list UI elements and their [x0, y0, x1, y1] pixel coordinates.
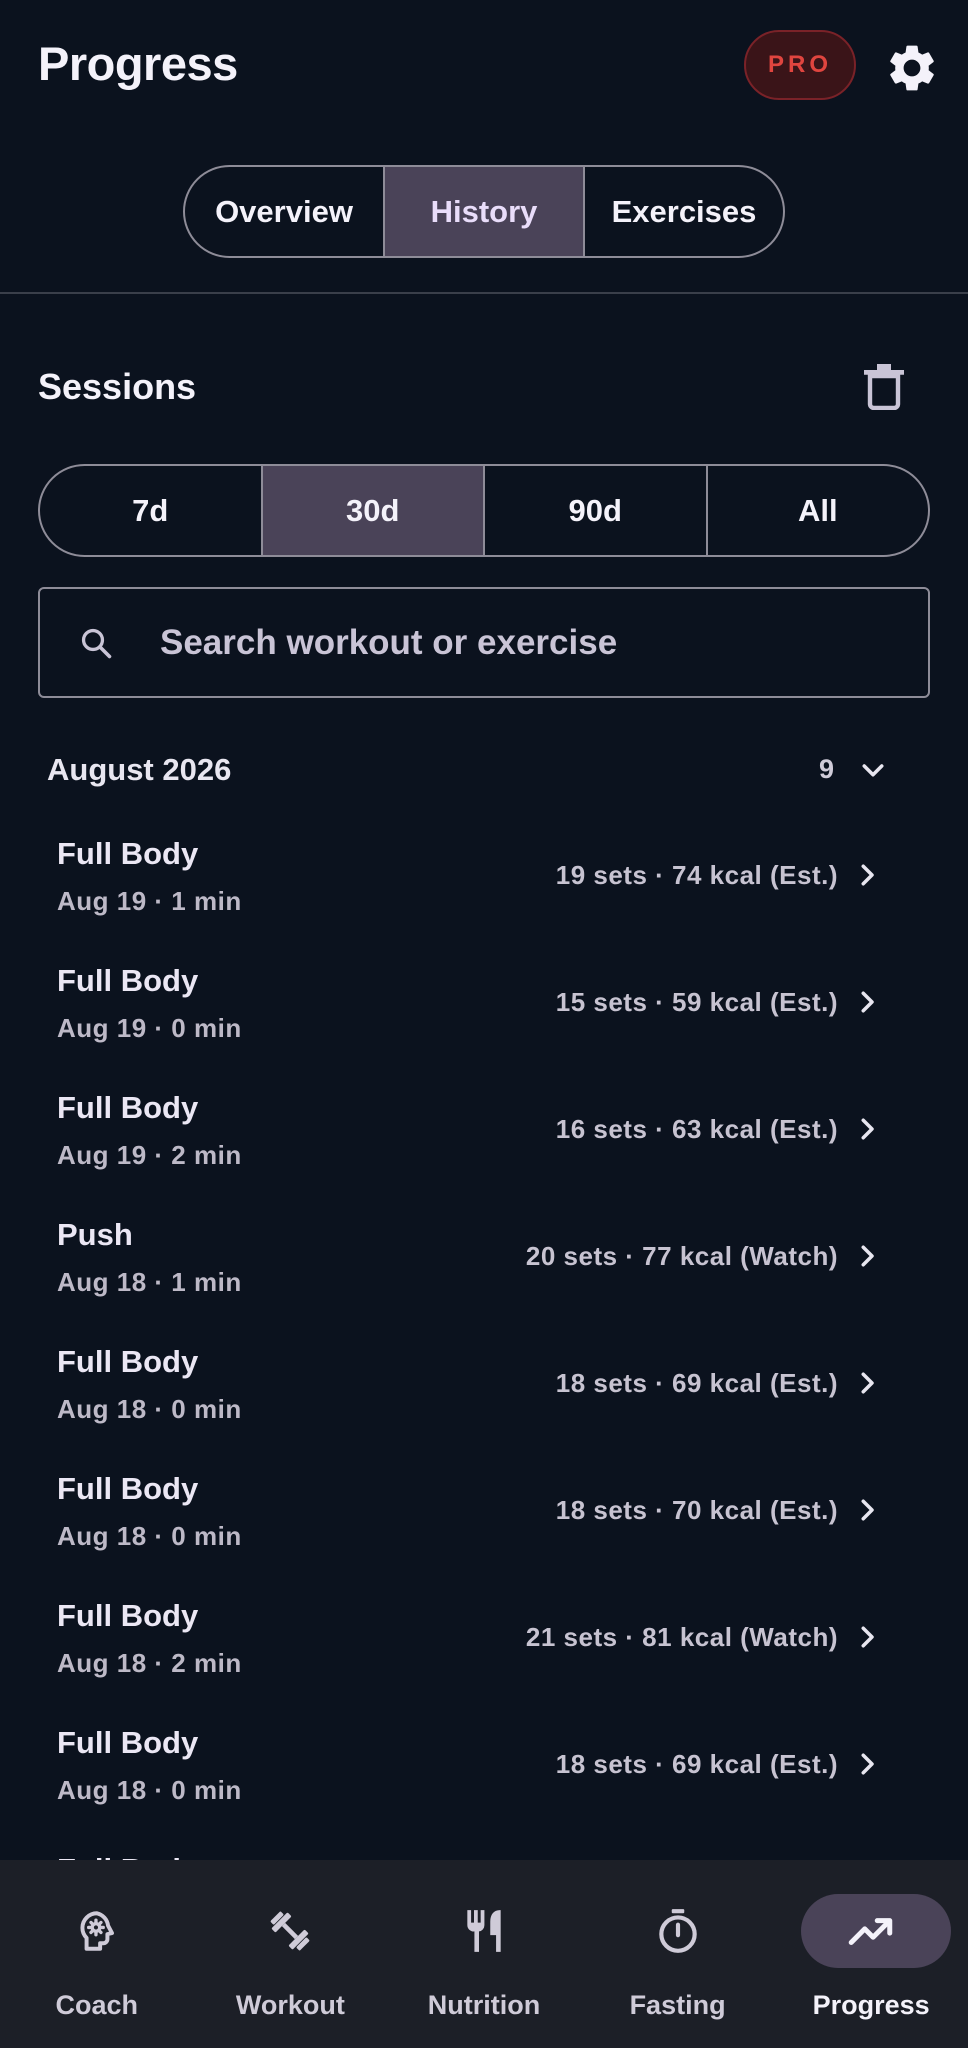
search-input[interactable] — [160, 589, 900, 696]
chevron-down-icon[interactable] — [858, 756, 888, 786]
workout-stats: 15 sets · 59 kcal (Est.) — [555, 987, 838, 1017]
nav-label: Workout — [235, 1990, 345, 2020]
gear-icon[interactable] — [884, 40, 940, 96]
pro-badge[interactable]: PRO — [744, 30, 856, 100]
workout-row[interactable]: Full Body Aug 19 · 0 min 15 sets · 59 kc… — [38, 937, 930, 1064]
workout-title: Full Body — [57, 1090, 199, 1125]
workout-row[interactable]: Full Body — [38, 1826, 930, 1860]
workout-date-duration: Aug 18 · 0 min — [57, 1521, 242, 1551]
search-icon — [81, 628, 112, 659]
tab-overview[interactable]: Overview — [185, 167, 383, 256]
chevron-right-icon — [861, 991, 874, 1013]
fork-knife-icon — [467, 1910, 501, 1952]
chevron-right-icon — [861, 1499, 874, 1521]
range-30d[interactable]: 30d — [260, 466, 483, 555]
workout-title: Full Body — [57, 1598, 199, 1633]
bottom-nav: Coach Workout Nutrition Fasting Progress — [0, 1860, 968, 2048]
workout-row[interactable]: Full Body Aug 18 · 0 min 18 sets · 69 kc… — [38, 1699, 930, 1826]
trending-up-icon — [848, 1918, 893, 1945]
workout-title: Full Body — [57, 963, 199, 998]
range-all[interactable]: All — [705, 466, 929, 555]
chevron-right-icon — [861, 1753, 874, 1775]
workout-row[interactable]: Full Body Aug 18 · 2 min 21 sets · 81 kc… — [38, 1572, 930, 1699]
workout-title: Full Body — [57, 1344, 199, 1379]
workout-date-duration: Aug 18 · 0 min — [57, 1394, 242, 1424]
chevron-right-icon — [861, 1118, 874, 1140]
workout-date-duration: Aug 18 · 2 min — [57, 1648, 242, 1678]
search-box — [38, 587, 930, 698]
nav-fasting[interactable]: Fasting — [581, 1860, 775, 2048]
workout-stats: 20 sets · 77 kcal (Watch) — [525, 1241, 838, 1271]
month-count: 9 — [818, 754, 834, 784]
nav-workout[interactable]: Workout — [194, 1860, 388, 2048]
workout-stats: 21 sets · 81 kcal (Watch) — [525, 1622, 838, 1652]
workout-row[interactable]: Full Body Aug 18 · 0 min 18 sets · 70 kc… — [38, 1445, 930, 1572]
workout-stats: 19 sets · 74 kcal (Est.) — [555, 860, 838, 890]
timer-icon — [658, 1909, 697, 1953]
app-bar: Progress PRO — [0, 0, 968, 130]
nav-coach[interactable]: Coach — [0, 1860, 194, 2048]
workout-stats: 18 sets · 70 kcal (Est.) — [555, 1495, 838, 1525]
nav-progress[interactable]: Progress — [774, 1860, 968, 2048]
workout-date-duration: Aug 18 · 0 min — [57, 1775, 242, 1805]
trash-icon[interactable] — [864, 364, 904, 410]
chevron-right-icon — [861, 1626, 874, 1648]
workout-title: Push — [57, 1217, 133, 1252]
chevron-right-icon — [861, 1372, 874, 1394]
chevron-right-icon — [861, 864, 874, 886]
workout-stats: 18 sets · 69 kcal (Est.) — [555, 1749, 838, 1779]
chevron-right-icon — [861, 1245, 874, 1267]
brain-icon — [80, 1911, 114, 1951]
workout-date-duration: Aug 19 · 0 min — [57, 1013, 242, 1043]
workout-stats: 18 sets · 69 kcal (Est.) — [555, 1368, 838, 1398]
range-7d[interactable]: 7d — [40, 466, 261, 555]
tab-exercises[interactable]: Exercises — [583, 167, 783, 256]
workout-date-duration: Aug 19 · 2 min — [57, 1140, 242, 1170]
header-divider — [0, 292, 968, 294]
sessions-title: Sessions — [38, 366, 197, 407]
workout-row[interactable]: Full Body Aug 19 · 1 min 19 sets · 74 kc… — [38, 810, 930, 937]
workout-row[interactable]: Push Aug 18 · 1 min 20 sets · 77 kcal (W… — [38, 1191, 930, 1318]
workout-title: Full Body — [57, 1725, 199, 1760]
month-header[interactable]: August 2026 9 — [38, 740, 930, 800]
workout-row[interactable]: Full Body Aug 19 · 2 min 16 sets · 63 kc… — [38, 1064, 930, 1191]
nav-label: Progress — [812, 1990, 930, 2020]
workout-row[interactable]: Full Body Aug 18 · 0 min 18 sets · 69 kc… — [38, 1318, 930, 1445]
workout-date-duration: Aug 19 · 1 min — [57, 886, 242, 916]
view-tabs: Overview History Exercises — [183, 165, 785, 258]
dumbbell-icon — [271, 1911, 310, 1951]
month-label: August 2026 — [47, 752, 232, 787]
nav-label: Nutrition — [427, 1990, 541, 2020]
workout-title: Full Body — [57, 836, 199, 871]
page-title: Progress — [38, 37, 238, 90]
nav-label: Coach — [55, 1990, 139, 2020]
workout-stats: 16 sets · 63 kcal (Est.) — [555, 1114, 838, 1144]
nav-nutrition[interactable]: Nutrition — [387, 1860, 581, 2048]
range-selector: 7d 30d 90d All — [38, 464, 930, 557]
workout-list: Full Body Aug 19 · 1 min 19 sets · 74 kc… — [0, 810, 968, 1860]
range-90d[interactable]: 90d — [483, 466, 706, 555]
workout-title: Full Body — [57, 1471, 199, 1506]
tab-history[interactable]: History — [383, 167, 583, 256]
workout-title: Full Body — [57, 1852, 198, 1860]
nav-label: Fasting — [629, 1990, 726, 2020]
workout-date-duration: Aug 18 · 1 min — [57, 1267, 242, 1297]
